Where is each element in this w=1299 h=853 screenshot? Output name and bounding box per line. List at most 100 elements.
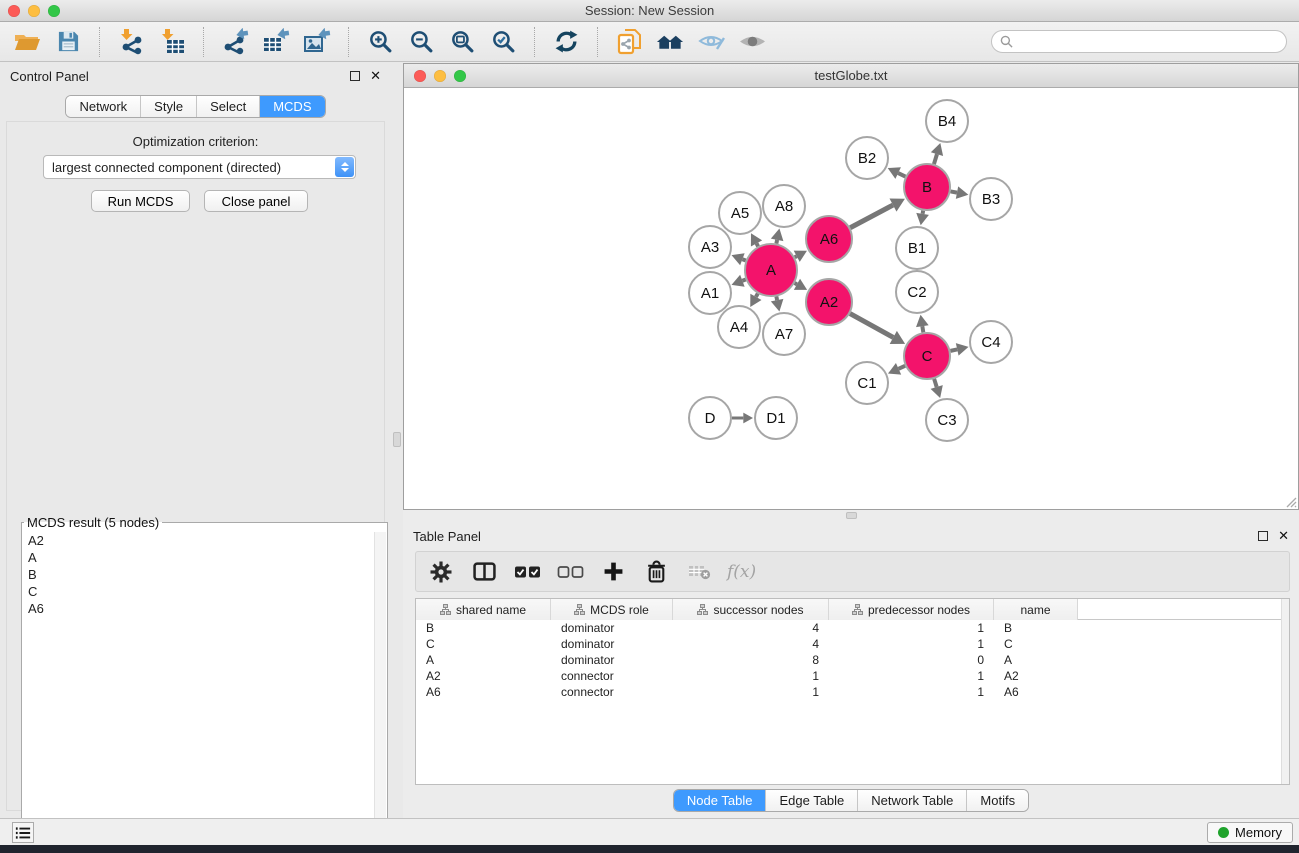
table-settings-button[interactable]: [426, 557, 456, 587]
minimize-view-icon[interactable]: [434, 70, 446, 82]
graph-node-B4[interactable]: B4: [926, 100, 968, 142]
main-toolbar: [0, 22, 1299, 62]
graph-node-A8[interactable]: A8: [763, 185, 805, 227]
table-row[interactable]: A6connector11A6: [416, 684, 1289, 700]
select-all-rows-button[interactable]: [512, 557, 542, 587]
export-network-button[interactable]: [220, 27, 250, 57]
graph-node-B3[interactable]: B3: [970, 178, 1012, 220]
table-row[interactable]: A2connector11A2: [416, 668, 1289, 684]
home-button[interactable]: [655, 27, 685, 57]
graph-node-A5[interactable]: A5: [719, 192, 761, 234]
minimize-window-icon[interactable]: [28, 5, 40, 17]
export-image-button[interactable]: [302, 27, 332, 57]
graph-node-A[interactable]: A: [745, 244, 797, 296]
zoom-fit-button[interactable]: [447, 27, 477, 57]
graph-node-A4[interactable]: A4: [718, 306, 760, 348]
tab-network[interactable]: Network: [66, 96, 141, 117]
create-column-button[interactable]: [598, 557, 628, 587]
hide-graphics-details-button[interactable]: [696, 27, 726, 57]
tab-style[interactable]: Style: [141, 96, 197, 117]
mcds-result-item[interactable]: C: [22, 583, 374, 600]
vertical-splitter[interactable]: [391, 62, 403, 818]
clone-network-button[interactable]: [614, 27, 644, 57]
mcds-result-item[interactable]: B: [22, 566, 374, 583]
tab-mcds[interactable]: MCDS: [260, 96, 324, 117]
show-graphics-details-button[interactable]: [737, 27, 767, 57]
export-table-button[interactable]: [261, 27, 291, 57]
graph-node-D1[interactable]: D1: [755, 397, 797, 439]
close-view-icon[interactable]: [414, 70, 426, 82]
zoom-view-icon[interactable]: [454, 70, 466, 82]
close-window-icon[interactable]: [8, 5, 20, 17]
zoom-out-button[interactable]: [406, 27, 436, 57]
splitter-grip[interactable]: [393, 432, 401, 447]
column-header-shared-name[interactable]: shared name: [416, 599, 551, 620]
search-field[interactable]: [991, 30, 1287, 53]
graph-node-C3[interactable]: C3: [926, 399, 968, 441]
graph-node-C1[interactable]: C1: [846, 362, 888, 404]
tab-select[interactable]: Select: [197, 96, 260, 117]
cell: 1: [829, 684, 994, 700]
tab-motifs[interactable]: Motifs: [967, 790, 1028, 811]
cell: 4: [673, 620, 829, 636]
cell: 0: [829, 652, 994, 668]
open-session-button[interactable]: [12, 27, 42, 57]
float-panel-icon[interactable]: [350, 71, 360, 81]
graph-node-B[interactable]: B: [904, 164, 950, 210]
table-row[interactable]: Cdominator41C: [416, 636, 1289, 652]
table-scrollbar[interactable]: [1281, 599, 1289, 784]
column-header-predecessor-nodes[interactable]: predecessor nodes: [829, 599, 994, 620]
float-panel-icon[interactable]: [1258, 531, 1268, 541]
task-history-button[interactable]: [12, 822, 34, 843]
graph-node-A1[interactable]: A1: [689, 272, 731, 314]
graph-node-A6[interactable]: A6: [806, 216, 852, 262]
graph-node-B1[interactable]: B1: [896, 227, 938, 269]
graph-node-C2[interactable]: C2: [896, 271, 938, 313]
mcds-result-item[interactable]: A: [22, 549, 374, 566]
resize-grip-icon[interactable]: [1283, 494, 1297, 508]
optimization-criterion-select[interactable]: largest connected component (directed): [43, 155, 356, 179]
delete-column-button[interactable]: [641, 557, 671, 587]
import-network-button[interactable]: [116, 27, 146, 57]
graph-node-D[interactable]: D: [689, 397, 731, 439]
close-panel-button[interactable]: Close panel: [204, 190, 308, 212]
graph-node-A7[interactable]: A7: [763, 313, 805, 355]
graph-node-C4[interactable]: C4: [970, 321, 1012, 363]
zoom-in-button[interactable]: [365, 27, 395, 57]
deselect-all-rows-button[interactable]: [555, 557, 585, 587]
splitter-grip[interactable]: [846, 512, 857, 519]
table-row[interactable]: Bdominator41B: [416, 620, 1289, 636]
graph-node-A3[interactable]: A3: [689, 226, 731, 268]
table-row[interactable]: Adominator80A: [416, 652, 1289, 668]
tab-network-table[interactable]: Network Table: [858, 790, 967, 811]
mcds-result-box: MCDS result (5 nodes) A2ABCA6: [21, 515, 388, 853]
graph-node-C[interactable]: C: [904, 333, 950, 379]
zoom-selected-button[interactable]: [488, 27, 518, 57]
mcds-result-item[interactable]: A6: [22, 600, 374, 617]
network-canvas[interactable]: B4 B2 B B3 A5A8A6 A3 A B1 A1 A2 C2 A4A7 C4 C C1 D D1 C3: [404, 89, 1298, 509]
horizontal-splitter[interactable]: [403, 510, 1299, 522]
result-scrollbar[interactable]: [374, 532, 386, 853]
column-header-name[interactable]: name: [994, 599, 1078, 620]
tab-edge-table[interactable]: Edge Table: [766, 790, 858, 811]
graph-node-B2[interactable]: B2: [846, 137, 888, 179]
close-panel-icon[interactable]: ✕: [370, 71, 381, 81]
close-panel-icon[interactable]: ✕: [1278, 531, 1289, 541]
refresh-view-button[interactable]: [551, 27, 581, 57]
run-mcds-button[interactable]: Run MCDS: [91, 190, 190, 212]
graph-node-A2[interactable]: A2: [806, 279, 852, 325]
save-session-button[interactable]: [53, 27, 83, 57]
tab-node-table[interactable]: Node Table: [674, 790, 767, 811]
import-table-button[interactable]: [157, 27, 187, 57]
column-header-MCDS-role[interactable]: MCDS role: [551, 599, 673, 620]
zoom-window-icon[interactable]: [48, 5, 60, 17]
search-input[interactable]: [1018, 33, 1278, 50]
mcds-result-item[interactable]: A2: [22, 532, 374, 549]
show-column-panel-button[interactable]: [469, 557, 499, 587]
memory-button[interactable]: Memory: [1207, 822, 1293, 843]
cell: connector: [551, 684, 673, 700]
svg-text:C: C: [922, 348, 933, 365]
network-window-titlebar[interactable]: testGlobe.txt: [404, 64, 1298, 88]
unchecked-boxes-icon: [557, 566, 584, 578]
column-header-successor-nodes[interactable]: successor nodes: [673, 599, 829, 620]
